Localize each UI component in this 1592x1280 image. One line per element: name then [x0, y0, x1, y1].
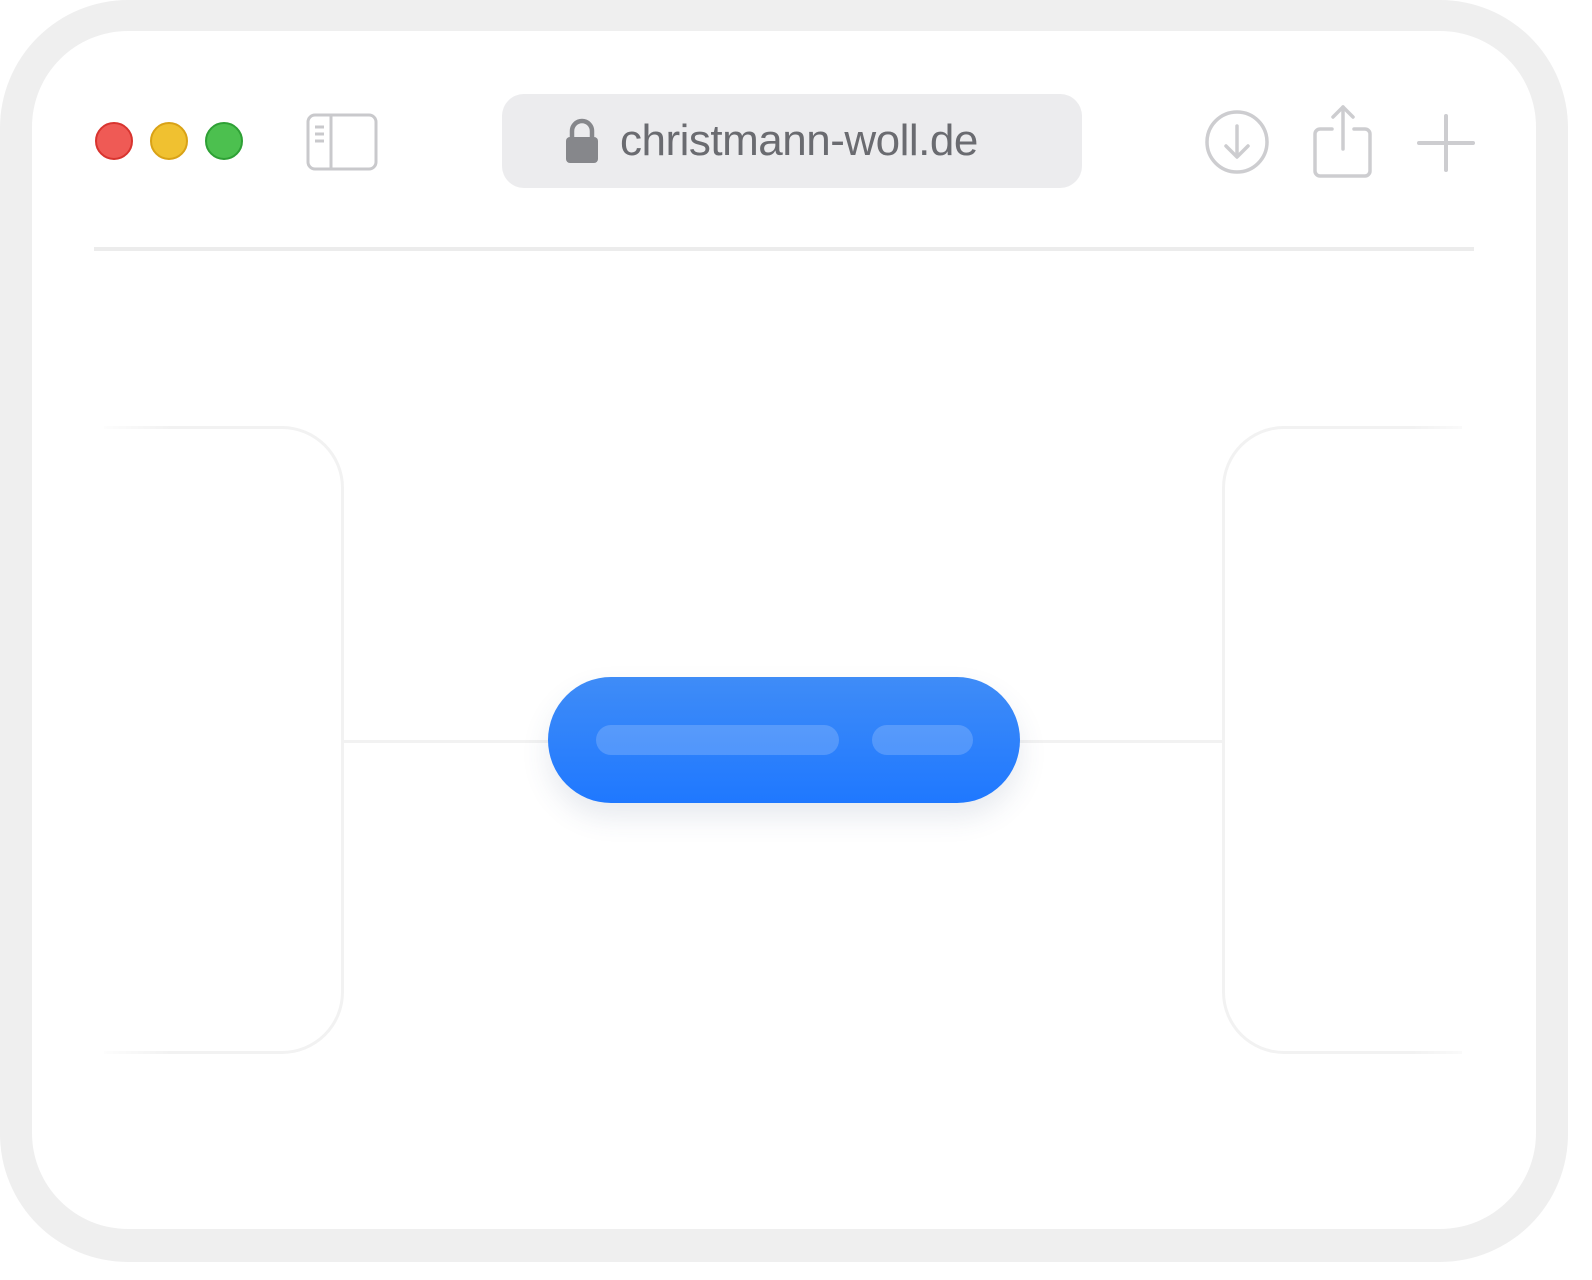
- sidebar-toggle-icon[interactable]: [306, 113, 378, 171]
- close-button[interactable]: [95, 122, 133, 160]
- zoom-button[interactable]: [205, 122, 243, 160]
- share-icon[interactable]: [1312, 103, 1374, 179]
- right-connector-line: [1018, 740, 1224, 743]
- button-secondary-placeholder: [872, 725, 973, 755]
- plus-icon[interactable]: [1416, 113, 1476, 173]
- device-frame: christmann-woll.de: [0, 0, 1568, 1262]
- address-bar[interactable]: christmann-woll.de: [502, 94, 1082, 188]
- button-label-placeholder: [596, 725, 839, 755]
- left-card-fade: [72, 411, 172, 1071]
- toolbar-divider: [94, 247, 1474, 251]
- left-connector-line: [344, 740, 550, 743]
- download-icon[interactable]: [1204, 109, 1270, 175]
- lock-icon: [564, 118, 600, 164]
- minimize-button[interactable]: [150, 122, 188, 160]
- browser-window: christmann-woll.de: [32, 31, 1536, 1229]
- primary-action-button[interactable]: [548, 677, 1020, 803]
- right-card-fade: [1412, 411, 1512, 1071]
- url-text: christmann-woll.de: [620, 116, 978, 165]
